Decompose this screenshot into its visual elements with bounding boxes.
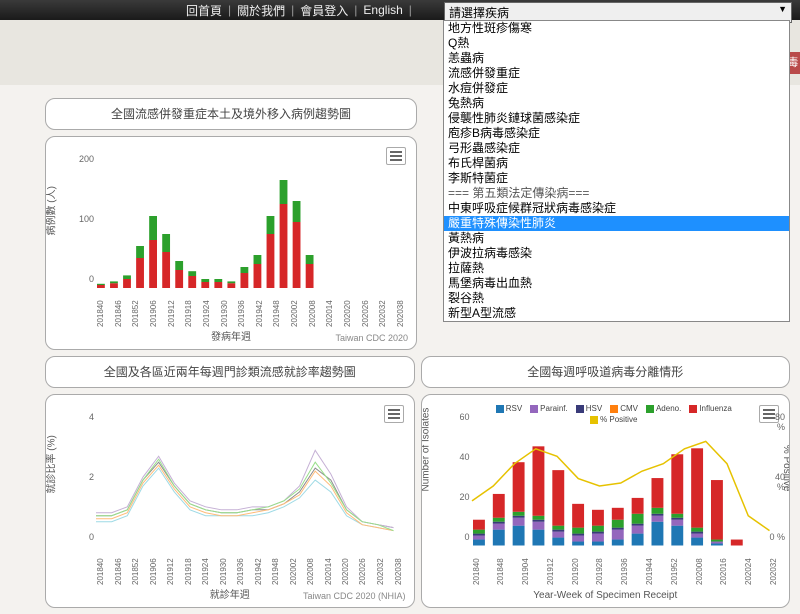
dropdown-option[interactable]: 流感併發重症 [444, 66, 789, 81]
chart1-title: 全國流感併發重症本土及境外移入病例趨勢圖 [45, 98, 417, 130]
chart2: Taiwan CDC 2020 (NHIA) 024就診比率 (%)就診年週20… [45, 394, 415, 608]
dropdown-option[interactable]: 兔熱病 [444, 96, 789, 111]
chart1: Taiwan CDC 2020 0100200病例數 (人)發病年週201840… [45, 136, 417, 350]
dropdown-option[interactable]: 伊波拉病毒感染 [444, 246, 789, 261]
dropdown-option[interactable]: 侵襲性肺炎鏈球菌感染症 [444, 111, 789, 126]
chevron-down-icon: ▼ [778, 4, 787, 14]
nav-login[interactable]: 會員登入 [294, 2, 354, 19]
dropdown-option[interactable]: 裂谷熱 [444, 291, 789, 306]
dropdown-option[interactable]: === 第五類法定傳染病=== [444, 186, 789, 201]
dropdown-option[interactable]: 地方性斑疹傷寒 [444, 21, 789, 36]
dropdown-option[interactable]: 弓形蟲感染症 [444, 141, 789, 156]
chart3-title: 全國每週呼吸道病毒分離情形 [421, 356, 791, 388]
dropdown-option[interactable]: 布氏桿菌病 [444, 156, 789, 171]
disease-dropdown[interactable]: 地方性斑疹傷寒Q熱恙蟲病流感併發重症水痘併發症兔熱病侵襲性肺炎鏈球菌感染症庖疹B… [443, 20, 790, 322]
chart2-title: 全國及各區近兩年每週門診類流感就診率趨勢圖 [45, 356, 415, 388]
dropdown-option[interactable]: 李斯特菌症 [444, 171, 789, 186]
dropdown-option[interactable]: 嚴重特殊傳染性肺炎 [444, 216, 789, 231]
nav-english[interactable]: English [357, 3, 408, 17]
dropdown-option[interactable]: 拉薩熱 [444, 261, 789, 276]
dropdown-option[interactable]: 水痘併發症 [444, 81, 789, 96]
nav-home[interactable]: 回首頁 [180, 2, 228, 19]
chart3: 02040600 %40 %80 %Number of Isolates% Po… [421, 394, 791, 608]
dropdown-option[interactable]: 馬堡病毒出血熱 [444, 276, 789, 291]
nav-about[interactable]: 關於我們 [231, 2, 291, 19]
dropdown-option[interactable]: 黃熱病 [444, 231, 789, 246]
dropdown-option[interactable]: 庖疹B病毒感染症 [444, 126, 789, 141]
dropdown-option[interactable]: 新型A型流感 [444, 306, 789, 321]
select-value: 請選擇疾病 [449, 6, 509, 20]
dropdown-option[interactable]: 恙蟲病 [444, 51, 789, 66]
dropdown-option[interactable]: Q熱 [444, 36, 789, 51]
dropdown-option[interactable]: 中東呼吸症候群冠狀病毒感染症 [444, 201, 789, 216]
